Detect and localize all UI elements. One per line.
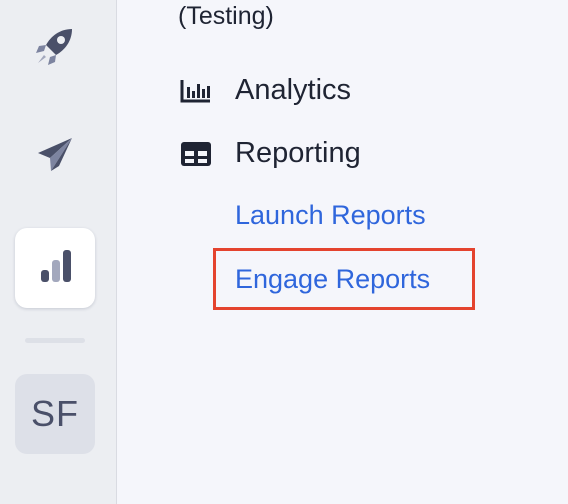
rail-item-launch[interactable] [15,8,95,88]
rail-item-engage[interactable] [15,117,95,197]
avatar[interactable]: SF [15,374,95,454]
app-root: SF (Testing) Analytics Reporting Launch … [0,0,568,504]
menu-item-reporting[interactable]: Reporting [180,137,361,170]
left-rail: SF [0,0,117,504]
analytics-icon [180,76,214,106]
workspace-suffix: (Testing) [178,2,274,30]
bar-chart-icon [33,244,77,293]
rail-item-reports[interactable] [15,228,95,308]
rail-divider [25,338,85,343]
rocket-icon [32,23,78,74]
paper-plane-icon [32,132,78,183]
reports-menu: (Testing) Analytics Reporting Launch Rep… [117,0,568,504]
menu-item-analytics[interactable]: Analytics [180,74,351,107]
avatar-initials: SF [30,393,79,434]
menu-item-label: Reporting [235,137,361,169]
launch-reports-link[interactable]: Launch Reports [235,200,426,231]
menu-item-label: Analytics [235,74,352,106]
table-icon [180,139,214,169]
highlight-box [213,248,475,310]
